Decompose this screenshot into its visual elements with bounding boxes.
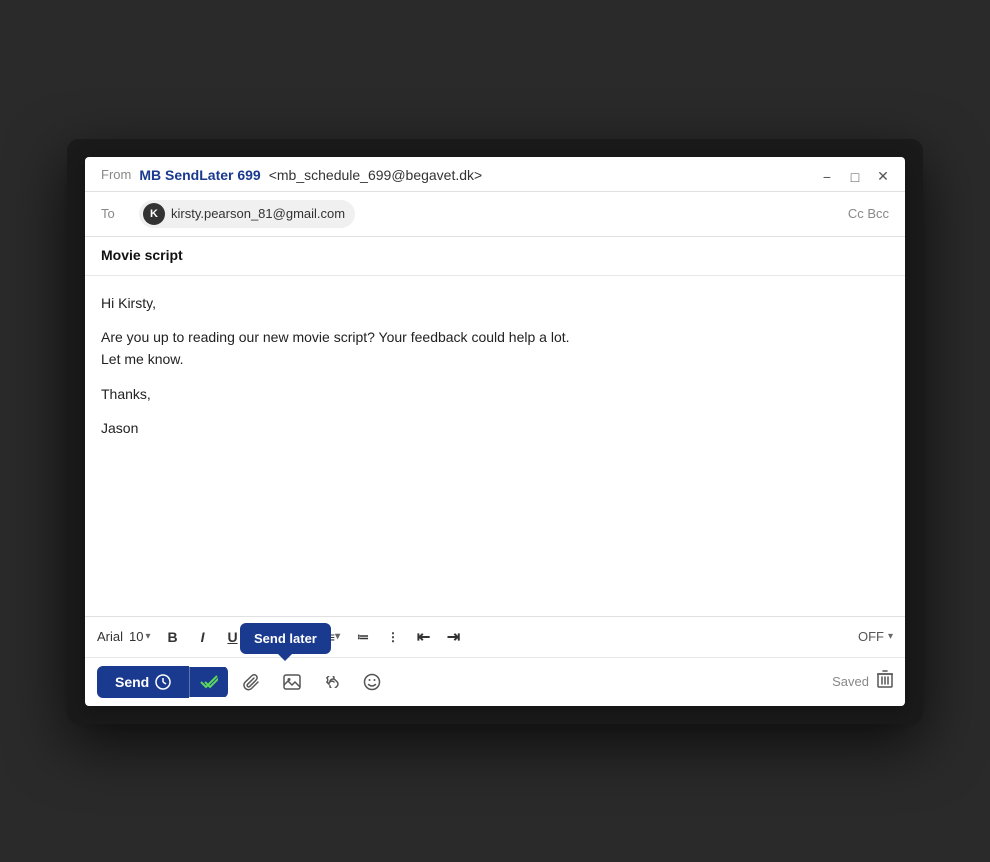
double-checkmark-icon bbox=[200, 675, 218, 689]
sender-email: <mb_schedule_699@begavet.dk> bbox=[269, 167, 482, 183]
from-row: From MB SendLater 699 <mb_schedule_699@b… bbox=[101, 167, 889, 183]
saved-group: Saved bbox=[832, 670, 893, 693]
to-label: To bbox=[101, 206, 131, 221]
attach-file-button[interactable] bbox=[236, 666, 268, 698]
send-group: Send bbox=[97, 666, 228, 698]
paperclip-icon bbox=[243, 673, 261, 691]
insert-emoji-button[interactable] bbox=[356, 666, 388, 698]
app-container: From MB SendLater 699 <mb_schedule_699@b… bbox=[67, 139, 923, 724]
compose-window: From MB SendLater 699 <mb_schedule_699@b… bbox=[85, 157, 905, 706]
italic-button[interactable]: I bbox=[189, 623, 217, 651]
off-toggle[interactable]: OFF ▾ bbox=[858, 629, 893, 644]
emoji-icon bbox=[363, 673, 381, 691]
close-button[interactable]: ✕ bbox=[873, 167, 893, 187]
send-label: Send bbox=[115, 674, 149, 690]
decrease-indent-button[interactable]: ⇤ bbox=[410, 623, 438, 651]
font-name-label: Arial bbox=[97, 629, 123, 644]
clock-icon bbox=[155, 674, 171, 690]
subject-text: Movie script bbox=[101, 247, 183, 263]
insert-link-button[interactable] bbox=[316, 666, 348, 698]
email-body[interactable]: Hi Kirsty, Are you up to reading our new… bbox=[85, 276, 905, 616]
checkmark-button[interactable] bbox=[189, 667, 228, 697]
maximize-button[interactable]: □ bbox=[845, 167, 865, 187]
off-label: OFF bbox=[858, 629, 884, 644]
svg-text:⋮: ⋮ bbox=[387, 630, 399, 644]
body-greeting: Hi Kirsty, bbox=[101, 292, 889, 314]
ordered-list-button[interactable]: ≔ bbox=[350, 623, 378, 651]
formatting-toolbar: Arial 10 ▾ B I U A ▾ A ▾ ≡ ▾ bbox=[85, 616, 905, 657]
window-controls: − □ ✕ bbox=[817, 167, 893, 187]
subject-row: Movie script bbox=[85, 237, 905, 276]
insert-image-button[interactable] bbox=[276, 666, 308, 698]
off-arrow: ▾ bbox=[888, 631, 893, 642]
font-size-value: 10 bbox=[129, 629, 143, 644]
svg-text:≔: ≔ bbox=[357, 630, 369, 644]
saved-label: Saved bbox=[832, 674, 869, 689]
minimize-button[interactable]: − bbox=[817, 167, 837, 187]
delete-button[interactable] bbox=[877, 670, 893, 693]
font-size-dropdown[interactable]: 10 ▾ bbox=[129, 629, 151, 644]
unordered-list-button[interactable]: ⋮ bbox=[380, 623, 408, 651]
to-row: To K kirsty.pearson_81@gmail.com Cc Bcc bbox=[85, 192, 905, 237]
send-button[interactable]: Send bbox=[97, 666, 189, 698]
recipient-email: kirsty.pearson_81@gmail.com bbox=[171, 206, 345, 221]
action-bar: Send later Send bbox=[85, 657, 905, 706]
body-content: Are you up to reading our new movie scri… bbox=[101, 326, 889, 371]
body-signature: Jason bbox=[101, 417, 889, 439]
body-thanks: Thanks, bbox=[101, 383, 889, 405]
recipient-avatar: K bbox=[143, 203, 165, 225]
sender-name: MB SendLater 699 bbox=[139, 167, 260, 183]
link-icon bbox=[323, 676, 341, 688]
title-bar: From MB SendLater 699 <mb_schedule_699@b… bbox=[85, 157, 905, 192]
trash-icon bbox=[877, 670, 893, 688]
cc-bcc-button[interactable]: Cc Bcc bbox=[848, 206, 889, 221]
image-icon bbox=[283, 674, 301, 690]
recipient-chip[interactable]: K kirsty.pearson_81@gmail.com bbox=[139, 200, 355, 228]
bold-button[interactable]: B bbox=[159, 623, 187, 651]
send-later-tooltip: Send later bbox=[240, 623, 331, 654]
increase-indent-button[interactable]: ⇥ bbox=[440, 623, 468, 651]
font-size-arrow: ▾ bbox=[145, 631, 150, 642]
from-label: From bbox=[101, 167, 131, 182]
